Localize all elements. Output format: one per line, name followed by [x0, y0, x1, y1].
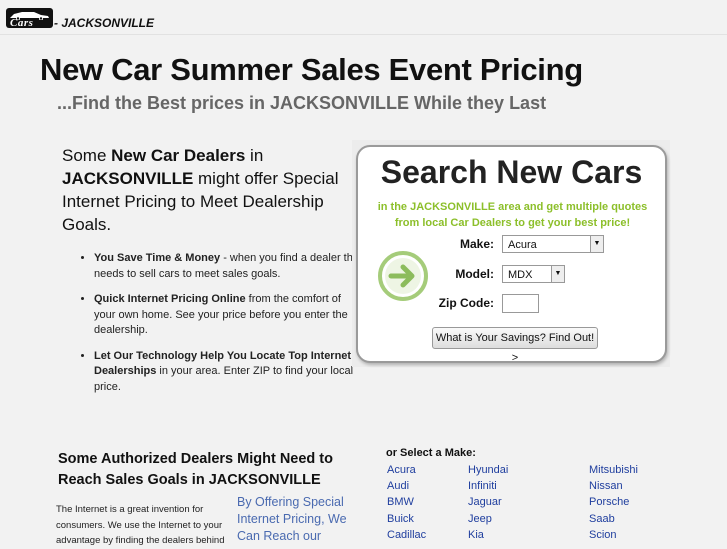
zip-code-input[interactable]	[502, 294, 539, 313]
intro-bold: JACKSONVILLE	[62, 169, 194, 188]
city-label: - JACKSONVILLE	[54, 16, 155, 30]
make-link-audi[interactable]: Audi	[387, 480, 409, 492]
make-link-buick[interactable]: Buick	[387, 513, 414, 525]
make-link-acura[interactable]: Acura	[387, 464, 416, 476]
make-link-porsche[interactable]: Porsche	[589, 496, 629, 508]
select-make-heading: or Select a Make:	[386, 447, 476, 459]
model-label: Model:	[455, 267, 494, 281]
benefit-title: You Save Time & Money	[94, 252, 221, 264]
intro-bold: New Car Dealers	[111, 146, 246, 165]
make-link-kia[interactable]: Kia	[468, 529, 484, 541]
search-panel: Search New Cars in the JACKSONVILLE area…	[352, 140, 670, 367]
list-item: Let Our Technology Help You Locate Top I…	[94, 349, 362, 396]
make-link-nissan[interactable]: Nissan	[589, 480, 623, 492]
make-link-cadillac[interactable]: Cadillac	[387, 529, 426, 541]
zip-label: Zip Code:	[438, 296, 494, 310]
make-link-saab[interactable]: Saab	[589, 513, 615, 525]
chevron-down-icon: ▼	[590, 236, 603, 252]
list-item: Quick Internet Pricing Online from the c…	[94, 292, 362, 339]
intro-text: in	[245, 146, 264, 165]
make-link-infiniti[interactable]: Infiniti	[468, 480, 497, 492]
top-bar: Cars - JACKSONVILLE	[0, 0, 727, 35]
find-savings-button[interactable]: What is Your Savings? Find Out! >	[432, 327, 598, 364]
benefits-list: You Save Time & Money - when you find a …	[76, 251, 362, 405]
intro-text: Some	[62, 146, 112, 165]
offering-text: By Offering Special Internet Pricing, We…	[237, 495, 347, 543]
search-title: Search New Cars	[380, 154, 643, 190]
model-select[interactable]: MDX ▼	[502, 265, 565, 283]
search-card: Search New Cars in the JACKSONVILLE area…	[356, 145, 667, 364]
benefit-title: Quick Internet Pricing Online	[94, 293, 246, 305]
make-link-scion[interactable]: Scion	[589, 529, 617, 541]
make-link-mitsubishi[interactable]: Mitsubishi	[589, 464, 638, 476]
make-link-jaguar[interactable]: Jaguar	[468, 496, 502, 508]
model-select-value: MDX	[508, 269, 533, 281]
arrow-right-circle-icon	[378, 251, 428, 301]
search-subtitle: in the JACKSONVILLE area and get multipl…	[377, 201, 648, 229]
make-select[interactable]: Acura ▼	[502, 235, 604, 253]
make-label: Make:	[459, 237, 494, 251]
make-link-jeep[interactable]: Jeep	[468, 513, 492, 525]
make-link-hyundai[interactable]: Hyundai	[468, 464, 508, 476]
page-subtitle: ...Find the Best prices in JACKSONVILLE …	[57, 93, 547, 113]
logo-text: Cars	[10, 17, 34, 29]
make-select-value: Acura	[508, 239, 537, 251]
cars-logo[interactable]: Cars	[6, 8, 53, 29]
chevron-down-icon: ▼	[551, 266, 564, 282]
page-title: New Car Summer Sales Event Pricing	[40, 52, 583, 87]
list-item: You Save Time & Money - when you find a …	[94, 251, 362, 282]
authorized-dealers-heading: Some Authorized Dealers Might Need to Re…	[58, 451, 333, 488]
internet-paragraph: The Internet is a great invention for co…	[56, 504, 225, 546]
make-link-bmw[interactable]: BMW	[387, 496, 414, 508]
intro-paragraph: Some New Car Dealers in JACKSONVILLE mig…	[62, 144, 352, 236]
